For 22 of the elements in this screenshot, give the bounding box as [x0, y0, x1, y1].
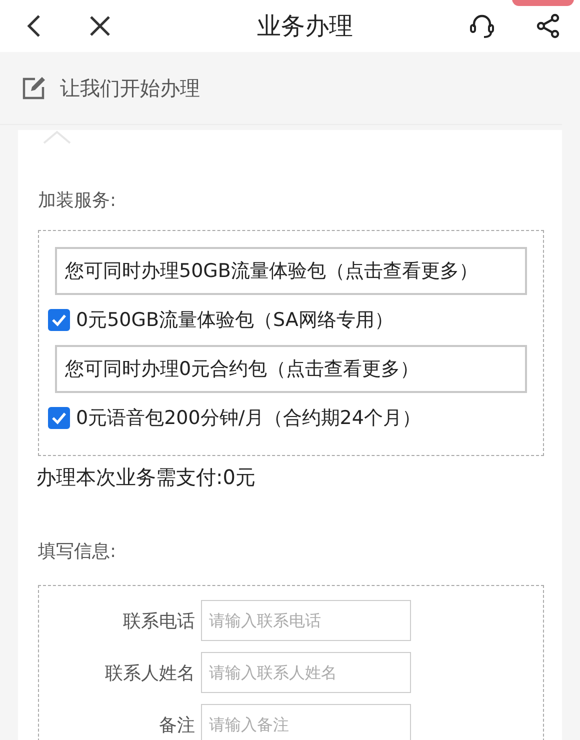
field-label: 备注 [158, 714, 196, 736]
page-title: 业务办理 [256, 11, 354, 42]
field-label: 联系人姓名 [104, 662, 196, 684]
checkbox[interactable] [48, 309, 70, 331]
caret-icon [42, 130, 72, 144]
input-field[interactable]: 请输入备注 [201, 704, 411, 740]
promo-link[interactable]: 您可同时办理50GB流量体验包（点击查看更多） [55, 247, 527, 295]
section-label: 填写信息: [38, 540, 118, 563]
close-icon[interactable] [88, 14, 112, 38]
option-label: 0元50GB流量体验包（SA网络专用） [76, 308, 394, 333]
edit-icon [22, 76, 46, 100]
checkbox[interactable] [48, 407, 70, 429]
field-label: 联系电话 [122, 610, 196, 632]
input-field[interactable]: 请输入联系电话 [201, 600, 411, 641]
input-field[interactable]: 请输入联系人姓名 [201, 652, 411, 693]
section-title: 让我们开始办理 [60, 74, 200, 102]
headset-icon[interactable] [468, 12, 496, 40]
payment-text: 办理本次业务需支付:0元 [36, 464, 256, 491]
share-icon[interactable] [534, 12, 562, 40]
option-label: 0元语音包200分钟/月（合约期24个月） [76, 406, 421, 431]
section-label: 加装服务: [38, 189, 118, 212]
promo-link[interactable]: 您可同时办理0元合约包（点击查看更多） [55, 345, 527, 393]
